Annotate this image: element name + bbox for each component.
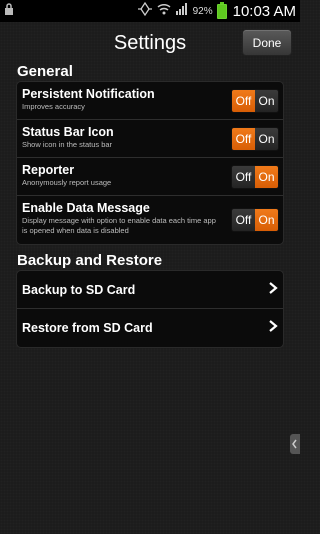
section-title-general: General [17,63,73,80]
pref-reporter: Reporter Anonymously report usage Off On [17,158,283,196]
backup-group: Backup to SD Card Restore from SD Card [16,270,284,348]
battery-percent: 92% [192,5,213,17]
toggle-on-option[interactable]: On [255,166,278,188]
restore-from-sd-card-item[interactable]: Restore from SD Card [17,309,283,347]
nav-item-label: Restore from SD Card [22,321,153,335]
pref-title: Status Bar Icon [22,125,114,139]
reporter-toggle[interactable]: Off On [231,165,279,189]
pref-subtitle: Improves accuracy [22,102,85,111]
toggle-on-option[interactable]: On [255,128,278,150]
toggle-off-option[interactable]: Off [232,90,255,112]
pref-status-bar-icon: Status Bar Icon Show icon in the status … [17,120,283,158]
sync-icon [137,1,153,21]
backup-to-sd-card-item[interactable]: Backup to SD Card [17,271,283,309]
pref-title: Enable Data Message [22,201,150,215]
pref-subtitle: Display message with option to enable da… [22,216,216,235]
clock: 10:03 AM [232,2,296,20]
toggle-on-option[interactable]: On [255,209,278,231]
nav-item-label: Backup to SD Card [22,282,136,297]
persistent-notification-toggle[interactable]: Off On [231,89,279,113]
lock-icon [4,2,14,20]
toggle-off-option[interactable]: Off [232,166,255,188]
wifi-icon [157,2,171,20]
battery-icon [216,1,227,19]
toggle-off-option[interactable]: Off [232,209,255,231]
section-title-backup: Backup and Restore [17,252,163,269]
pref-persistent-notification: Persistent Notification Improves accurac… [17,82,283,120]
done-button[interactable]: Done [242,29,292,56]
status-bar: 92% 10:03 AM [0,0,300,22]
side-panel-handle[interactable] [290,434,300,454]
pref-subtitle: Show icon in the status bar [22,140,113,149]
toggle-on-option[interactable]: On [255,90,278,112]
status-bar-icon-toggle[interactable]: Off On [231,127,279,151]
pref-subtitle: Anonymously report usage [22,178,112,187]
signal-icon [175,2,189,20]
general-group: Persistent Notification Improves accurac… [16,81,284,245]
pref-title: Reporter [22,163,75,177]
chevron-right-icon [268,319,278,337]
toggle-off-option[interactable]: Off [232,128,255,150]
enable-data-message-toggle[interactable]: Off On [231,208,279,232]
header: Settings Done [0,22,300,62]
pref-title: Persistent Notification [22,87,155,101]
chevron-right-icon [268,281,278,299]
pref-enable-data-message: Enable Data Message Display message with… [17,196,283,244]
